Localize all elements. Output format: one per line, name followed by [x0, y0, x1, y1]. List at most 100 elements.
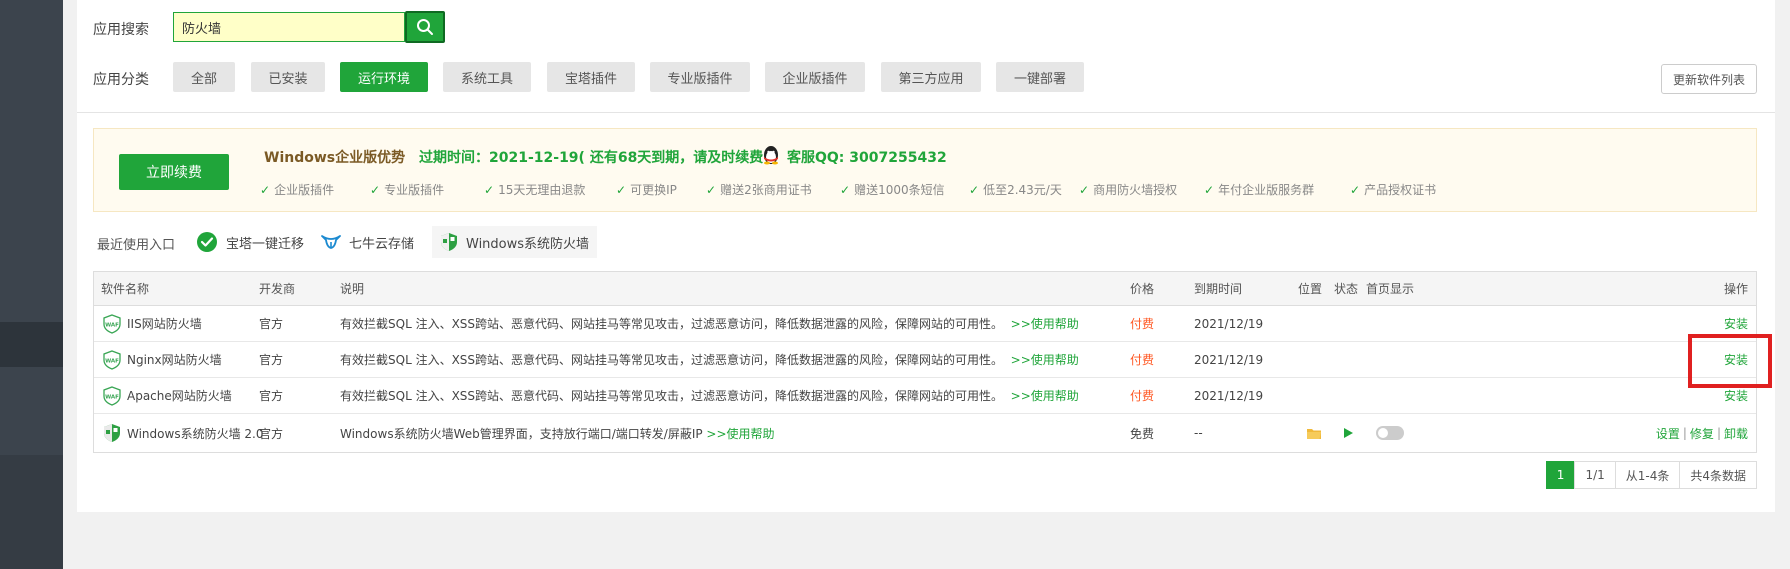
search-input[interactable] [173, 12, 405, 42]
software-table: 软件名称 开发商 说明 价格 到期时间 位置 状态 首页显示 操作 WAF II… [93, 271, 1757, 453]
software-desc: 有效拦截SQL 注入、XSS跨站、恶意代码、网站挂马等常见攻击，过滤恶意访问，降… [340, 315, 1079, 332]
help-link[interactable]: >>使用帮助 [1011, 315, 1079, 332]
renew-button[interactable]: 立即续费 [119, 154, 229, 190]
feature-item: ✓ 产品授权证书 [1350, 183, 1437, 197]
table-row: WAF Apache网站防火墙 官方 有效拦截SQL 注入、XSS跨站、恶意代码… [94, 378, 1756, 414]
col-location: 位置 [1298, 282, 1323, 296]
check-icon: ✓ [1350, 183, 1361, 197]
settings-link[interactable]: 设置 [1656, 425, 1680, 442]
category-label: 应用分类 [93, 72, 149, 88]
check-icon: ✓ [484, 183, 495, 197]
check-icon: ✓ [260, 183, 271, 197]
waf-shield-icon: WAF [103, 313, 121, 334]
highlight-annotation-box [1688, 334, 1772, 388]
table-header: 软件名称 开发商 说明 价格 到期时间 位置 状态 首页显示 操作 [94, 272, 1756, 306]
col-dev: 开发商 [259, 282, 296, 296]
waf-shield-icon: WAF [103, 349, 121, 370]
feature-item: ✓ 赠送2张商用证书 [706, 183, 812, 197]
software-dev: 官方 [259, 426, 284, 441]
recent-entries-label: 最近使用入口 [97, 238, 176, 253]
category-pro-plugins[interactable]: 专业版插件 [650, 62, 750, 92]
recent-item-label: Windows系统防火墙 [466, 236, 590, 252]
help-link[interactable]: >>使用帮助 [1011, 387, 1079, 404]
category-enterprise-plugins[interactable]: 企业版插件 [765, 62, 865, 92]
feature-item: ✓ 15天无理由退款 [484, 183, 586, 197]
category-all[interactable]: 全部 [173, 62, 235, 92]
software-price: 付费 [1130, 389, 1155, 403]
recent-item-windows-firewall[interactable]: Windows系统防火墙 [432, 226, 598, 258]
play-icon[interactable] [1342, 414, 1354, 452]
help-link[interactable]: >>使用帮助 [1011, 351, 1079, 368]
qq-icon [764, 146, 778, 165]
col-ops: 操作 [1723, 282, 1748, 296]
category-third-party[interactable]: 第三方应用 [881, 62, 981, 92]
software-expire: 2021/12/19 [1194, 316, 1264, 331]
enterprise-promo-banner: 立即续费 Windows企业版优势 过期时间：2021-12-19( 还有68天… [93, 128, 1757, 212]
page-total: 共4条数据 [1679, 461, 1757, 489]
feature-item: ✓ 企业版插件 [260, 183, 335, 197]
software-dev: 官方 [259, 317, 284, 331]
waf-shield-icon: WAF [103, 385, 121, 406]
category-system-tools[interactable]: 系统工具 [443, 62, 531, 92]
software-name: WAF Nginx网站防火墙 [103, 342, 222, 377]
feature-item: ✓ 低至2.43元/天 [969, 183, 1062, 197]
page-current[interactable]: 1 [1545, 461, 1576, 489]
divider [77, 112, 1775, 113]
category-bt-plugins[interactable]: 宝塔插件 [547, 62, 635, 92]
search-label: 应用搜索 [93, 22, 149, 38]
feature-item: ✓ 商用防火墙授权 [1079, 183, 1178, 197]
col-expire: 到期时间 [1194, 282, 1243, 296]
feature-item: ✓ 赠送1000条短信 [840, 183, 945, 197]
table-row: WAF IIS网站防火墙 官方 有效拦截SQL 注入、XSS跨站、恶意代码、网站… [94, 306, 1756, 342]
promo-title: Windows企业版优势 [264, 150, 406, 166]
category-runtime[interactable]: 运行环境 [340, 62, 428, 92]
recent-item-bt-migrate[interactable]: 宝塔一键迁移 [188, 226, 312, 258]
recent-item-label: 七牛云存储 [349, 236, 415, 252]
recent-item-label: 宝塔一键迁移 [226, 236, 305, 252]
svg-text:WAF: WAF [105, 358, 119, 364]
help-link[interactable]: >>使用帮助 [706, 425, 774, 442]
recent-item-qiniu[interactable]: 七牛云存储 [313, 226, 422, 258]
feature-item: ✓ 可更换IP [616, 183, 677, 197]
category-one-click-deploy[interactable]: 一键部署 [996, 62, 1084, 92]
software-desc: 有效拦截SQL 注入、XSS跨站、恶意代码、网站挂马等常见攻击，过滤恶意访问，降… [340, 387, 1079, 404]
software-expire: 2021/12/19 [1194, 388, 1264, 403]
software-desc: Windows系统防火墙Web管理界面，支持放行端口/端口转发/屏蔽IP >>使… [340, 425, 775, 442]
customer-service-qq: 客服QQ: 3007255432 [787, 150, 947, 166]
col-price: 价格 [1130, 282, 1155, 296]
promo-expire-text: 过期时间：2021-12-19( 还有68天到期，请及时续费 ) [419, 150, 775, 166]
software-desc: 有效拦截SQL 注入、XSS跨站、恶意代码、网站挂马等常见攻击，过滤恶意访问，降… [340, 351, 1079, 368]
check-icon: ✓ [1079, 183, 1090, 197]
qiniu-icon [321, 234, 341, 250]
software-name: WAF Apache网站防火墙 [103, 378, 232, 413]
feature-item: ✓ 年付企业版服务群 [1204, 183, 1315, 197]
software-name: WAF IIS网站防火墙 [103, 306, 202, 341]
uninstall-link[interactable]: 卸载 [1724, 425, 1748, 442]
update-software-list-button[interactable]: 更新软件列表 [1660, 64, 1757, 94]
col-desc: 说明 [340, 282, 365, 296]
col-name: 软件名称 [101, 282, 150, 296]
check-icon: ✓ [840, 183, 851, 197]
check-icon: ✓ [706, 183, 717, 197]
repair-link[interactable]: 修复 [1690, 425, 1714, 442]
page-count: 1/1 [1574, 461, 1616, 489]
folder-icon[interactable] [1306, 414, 1322, 452]
windows-shield-icon [103, 423, 121, 443]
category-installed[interactable]: 已安装 [251, 62, 325, 92]
pagination: 1 1/1 从1-4条 共4条数据 [1545, 461, 1757, 489]
row-actions: 设置 | 修复 | 卸载 [1655, 425, 1748, 442]
home-display-toggle[interactable] [1376, 414, 1404, 452]
col-home-display: 首页显示 [1366, 282, 1415, 296]
check-icon: ✓ [1204, 183, 1215, 197]
table-row: WAF Nginx网站防火墙 官方 有效拦截SQL 注入、XSS跨站、恶意代码、… [94, 342, 1756, 378]
sidebar-active-item[interactable] [0, 322, 63, 367]
search-button[interactable] [405, 11, 445, 43]
software-price: 免费 [1130, 426, 1155, 441]
col-status: 状态 [1334, 282, 1359, 296]
table-row: Windows系统防火墙 2.0 官方 Windows系统防火墙Web管理界面，… [94, 414, 1756, 452]
page-range: 从1-4条 [1614, 461, 1681, 489]
check-icon: ✓ [969, 183, 980, 197]
sidebar-lower-area [0, 455, 63, 569]
check-icon: ✓ [616, 183, 627, 197]
software-price: 付费 [1130, 317, 1155, 331]
